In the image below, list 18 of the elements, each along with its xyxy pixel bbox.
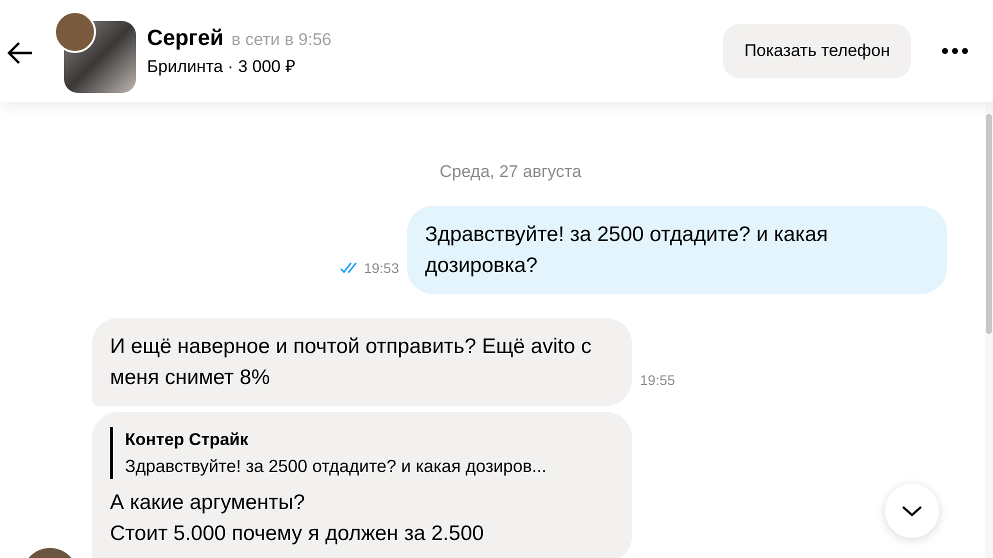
scrollbar[interactable] xyxy=(985,102,993,558)
message-time: 19:53 xyxy=(364,260,399,276)
quoted-message[interactable]: Контер Страйк Здравствуйте! за 2500 отдадите? и какая дозиров... xyxy=(110,427,614,479)
listing-photo-with-avatar-drawing[interactable] xyxy=(54,11,136,93)
listing-title: Брилинта · 3 000 ₽ xyxy=(147,56,296,77)
show-phone-button[interactable]: Показать телефон xyxy=(723,24,911,78)
quote-text: Здравствуйте! за 2500 отдадите? и какая дозиров... xyxy=(125,455,548,478)
chevron-down-icon xyxy=(901,505,923,517)
message-text: А какие аргументы? Стоит 5.000 почему я должен за 2.500 xyxy=(110,490,485,547)
more-icon[interactable] xyxy=(941,47,969,55)
message-text: Здравствуйте! за 2500 отдадите? и какая дозировка? xyxy=(425,222,829,279)
message-time: 19:55 xyxy=(640,372,676,388)
back-arrow-icon[interactable] xyxy=(6,41,34,65)
date-separator: Среда, 27 августа xyxy=(440,162,582,182)
contact-name: Сергей xyxy=(147,25,224,51)
message-text: И ещё наверное и почтой отправить? Ещё avito с меня снимет 8% xyxy=(110,334,592,391)
online-status: в сети в 9:56 xyxy=(231,30,332,50)
quote-author: Контер Страйк xyxy=(125,429,250,451)
